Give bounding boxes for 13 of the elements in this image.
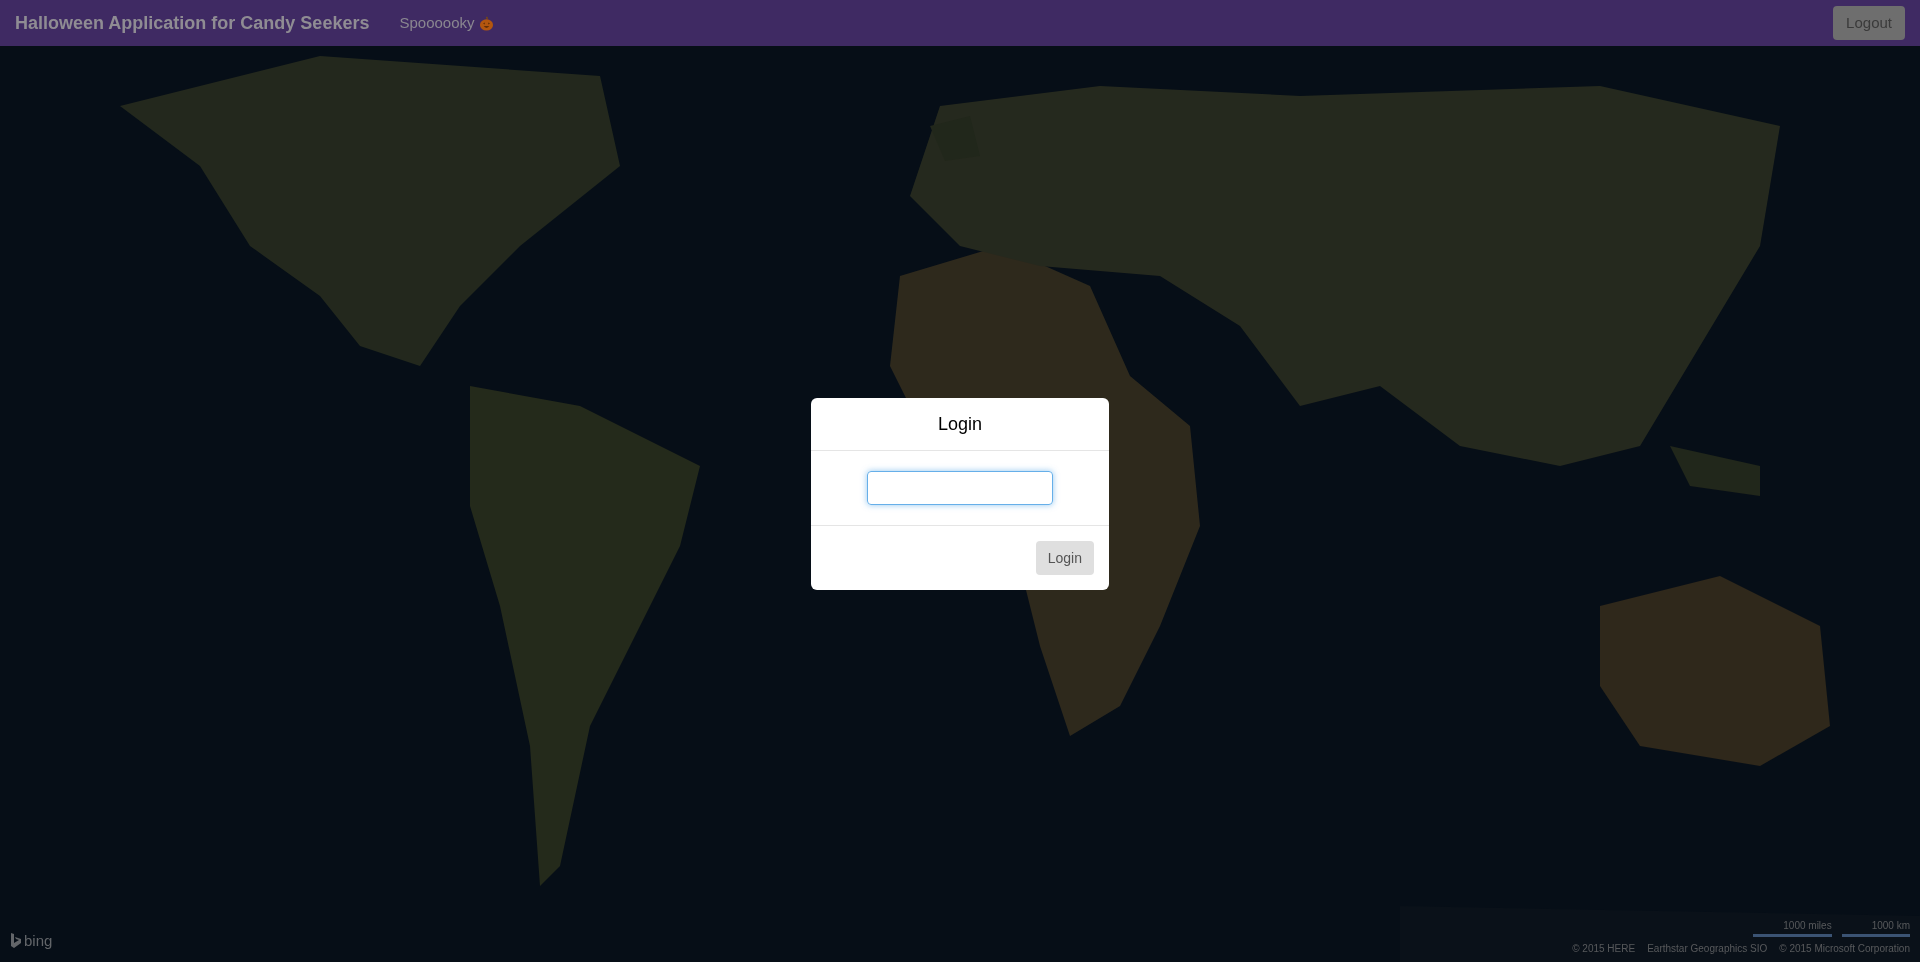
pumpkin-icon — [478, 15, 494, 31]
nav-link[interactable]: Spoooooky — [399, 11, 475, 35]
map-logo-text: bing — [24, 930, 53, 951]
attribution-text: © 2015 Microsoft Corporation — [1779, 942, 1910, 956]
dialog-title: Login — [937, 412, 982, 436]
input-field[interactable] — [867, 471, 1053, 505]
scale-bar: 1000 miles — [1753, 918, 1832, 937]
scale-bar: 1000 km — [1841, 918, 1910, 937]
login-button[interactable]: Login — [1035, 541, 1094, 575]
bing-logo-icon — [10, 932, 22, 950]
attribution-text: © 2015 HERE — [1572, 942, 1636, 956]
attribution-text: Earthstar Geographics SIO — [1647, 942, 1768, 956]
brand-title[interactable]: Halloween Application for Candy Seekers — [15, 9, 370, 37]
